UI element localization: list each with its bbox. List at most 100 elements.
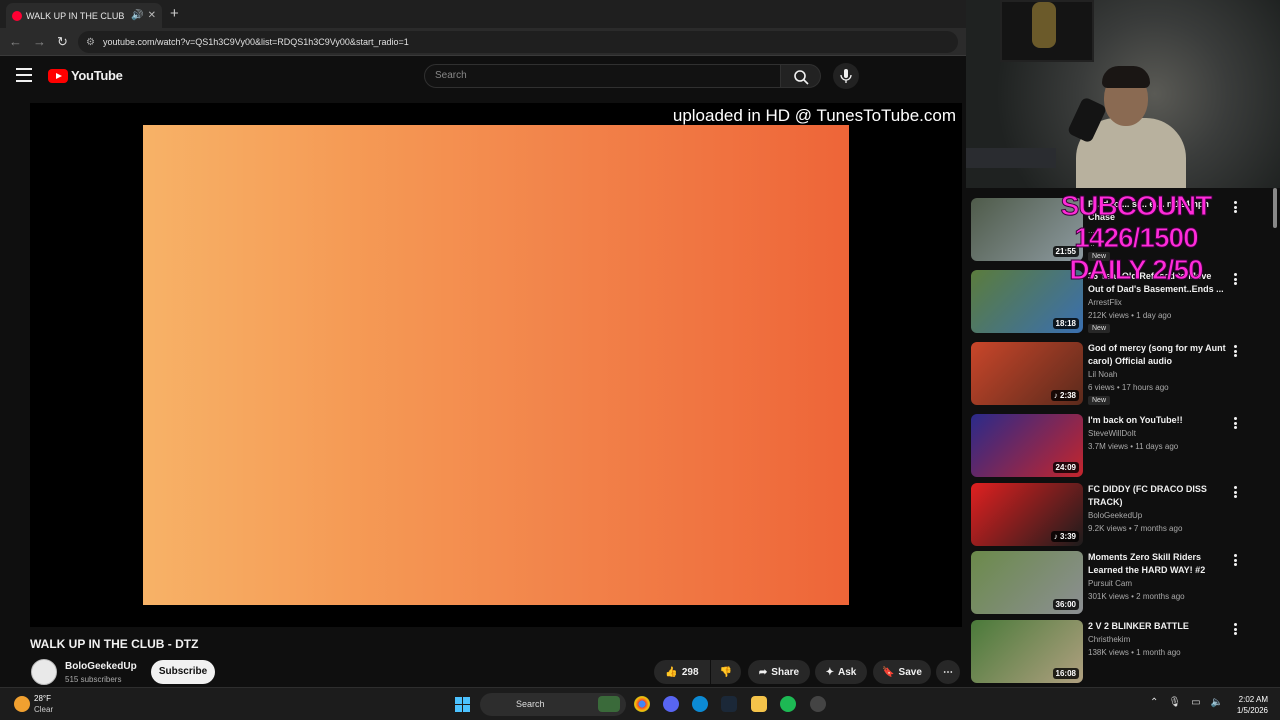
subscribe-button[interactable]: Subscribe (151, 660, 215, 684)
dislike-button[interactable]: 👎 (711, 660, 741, 684)
forward-icon[interactable]: → (33, 34, 46, 49)
keyboard-decor (966, 148, 1056, 168)
video-thumbnail[interactable]: 16:08 (971, 620, 1083, 683)
clock-time: 2:02 AM (1238, 695, 1268, 704)
search-placeholder: Search (435, 70, 467, 81)
recommended-channel[interactable]: BoloGeekedUp (1088, 511, 1142, 520)
duration-badge: ♪ 2:38 (1050, 390, 1079, 401)
new-tab-button[interactable]: + (170, 5, 179, 22)
mic-tray-icon[interactable]: 🎙 (1168, 697, 1181, 708)
recommended-title[interactable]: Moments Zero Skill Riders Learned the HA… (1088, 551, 1226, 577)
system-tray: ⌃ 🎙 ▭ 🔈 (1150, 697, 1223, 708)
share-button[interactable]: ➦ Share (748, 660, 810, 684)
video-thumbnail[interactable]: 36:00 (971, 551, 1083, 614)
recommended-channel[interactable]: SteveWillDoIt (1088, 429, 1136, 438)
site-info-icon[interactable]: ⚙ (86, 37, 95, 48)
url-field[interactable]: ⚙ youtube.com/watch?v=QS1h3C9Vy00&list=R… (78, 31, 958, 53)
recommended-title[interactable]: God of mercy (song for my Aunt carol) Of… (1088, 342, 1226, 368)
duration-badge: 18:18 (1052, 318, 1079, 329)
search-button[interactable] (781, 64, 821, 88)
recommended-channel[interactable]: ArrestFlix (1088, 298, 1122, 307)
like-count: 298 (681, 666, 699, 678)
steam-icon[interactable] (721, 696, 737, 712)
hamburger-menu-icon[interactable] (16, 68, 32, 82)
taskbar-clock[interactable]: 2:02 AM 1/5/2026 (1232, 694, 1268, 716)
webcam-overlay (966, 0, 1280, 188)
thumbs-down-icon: 👎 (719, 666, 733, 678)
file-explorer-icon[interactable] (751, 696, 767, 712)
youtube-favicon-icon (12, 10, 22, 21)
bookmark-icon: 🔖 (882, 666, 895, 678)
volume-icon[interactable]: 🔈 (1211, 697, 1223, 708)
duration-badge: 16:08 (1052, 668, 1079, 679)
video-frame (143, 125, 849, 605)
more-options-icon[interactable] (1233, 623, 1237, 635)
recommended-meta: 6 views • 17 hours ago (1088, 383, 1169, 392)
weather-condition: Clear (34, 705, 54, 714)
back-icon[interactable]: ← (9, 34, 22, 49)
more-options-icon[interactable] (1233, 345, 1237, 357)
more-options-icon[interactable] (1233, 486, 1237, 498)
reload-icon[interactable]: ↻ (57, 34, 68, 50)
weather-temp: 28°F (34, 694, 51, 703)
spotify-icon[interactable] (780, 696, 796, 712)
more-options-icon[interactable] (1233, 554, 1237, 566)
daily-text: DAILY 2/50 (1069, 254, 1204, 286)
recommended-video[interactable]: 24:09 I'm back on YouTube!! SteveWillDoIt 3… (971, 414, 1271, 478)
video-thumbnail[interactable]: 24:09 (971, 414, 1083, 477)
obs-icon[interactable] (810, 696, 826, 712)
youtube-header: YouTube Search (0, 56, 966, 98)
windows-start-icon[interactable] (455, 697, 470, 712)
recommended-meta: 9.2K views • 7 months ago (1088, 524, 1183, 533)
recommended-channel[interactable]: Lil Noah (1088, 370, 1117, 379)
recommended-channel[interactable]: Pursuit Cam (1088, 579, 1132, 588)
recommended-video[interactable]: ♪ 3:39 FC DIDDY (FC DRACO DISS TRACK) Bolo… (971, 483, 1271, 547)
recommended-video[interactable]: 16:08 2 V 2 BLINKER BATTLE Christhekim 138K… (971, 620, 1271, 684)
recommended-title[interactable]: FC DIDDY (FC DRACO DISS TRACK) (1088, 483, 1226, 509)
discord-icon[interactable] (663, 696, 679, 712)
duration-badge: 36:00 (1052, 599, 1079, 610)
video-player[interactable]: uploaded in HD @ TunesToTube.com (30, 103, 962, 627)
subcount-overlay: SUBCOUNT 1426/1500 DAILY 2/50 (996, 190, 1276, 286)
video-title: WALK UP IN THE CLUB - DTZ (30, 637, 199, 651)
trophy-decor (1032, 2, 1056, 48)
share-label: Share (771, 666, 800, 678)
browser-tab[interactable]: WALK UP IN THE CLUB - DT 🔊 ✕ (6, 3, 162, 28)
more-actions-button[interactable]: ⋯ (936, 660, 960, 684)
recommended-title[interactable]: I'm back on YouTube!! (1088, 414, 1226, 427)
network-icon[interactable]: ▭ (1191, 697, 1200, 708)
recommended-video[interactable]: ♪ 2:38 God of mercy (song for my Aunt car… (971, 342, 1271, 406)
video-thumbnail[interactable]: ♪ 2:38 (971, 342, 1083, 405)
ask-button[interactable]: ✦ Ask (815, 660, 867, 684)
recommended-video[interactable]: 36:00 Moments Zero Skill Riders Learned t… (971, 551, 1271, 615)
weather-icon[interactable] (14, 696, 30, 712)
youtube-logo[interactable]: YouTube (48, 68, 123, 83)
channel-avatar[interactable] (31, 659, 57, 685)
new-badge: New (1088, 324, 1111, 333)
ask-label: Ask (838, 666, 857, 678)
voice-search-button[interactable] (833, 63, 859, 89)
subcount-text: SUBCOUNT 1426/1500 (1060, 190, 1213, 254)
recommended-channel[interactable]: Christhekim (1088, 635, 1130, 644)
close-tab-icon[interactable]: ✕ (148, 10, 156, 21)
clock-date: 1/5/2026 (1236, 706, 1268, 715)
video-thumbnail[interactable]: ♪ 3:39 (971, 483, 1083, 546)
like-button[interactable]: 👍 298 (654, 660, 710, 684)
recommended-title[interactable]: 2 V 2 BLINKER BATTLE (1088, 620, 1226, 633)
search-input[interactable]: Search (424, 64, 781, 88)
search-icon (794, 70, 809, 85)
tray-chevron-icon[interactable]: ⌃ (1150, 697, 1158, 708)
more-options-icon[interactable] (1233, 417, 1237, 429)
widgets-icon[interactable] (598, 696, 620, 712)
taskbar-search-label: Search (516, 699, 545, 709)
recommended-meta: 212K views • 1 day ago (1088, 311, 1172, 320)
url-text: youtube.com/watch?v=QS1h3C9Vy00&list=RDQ… (102, 37, 409, 47)
duration-badge: ♪ 3:39 (1050, 531, 1079, 542)
chrome-icon[interactable] (634, 696, 650, 712)
speaker-icon[interactable]: 🔊 (131, 10, 143, 21)
windows-taskbar: 28°F Clear Search ⌃ 🎙 ▭ 🔈 2:02 AM 1/5/20… (0, 687, 1280, 720)
save-button[interactable]: 🔖 Save (873, 660, 931, 684)
new-badge: New (1088, 396, 1111, 405)
channel-name[interactable]: BoloGeekedUp (65, 661, 137, 672)
edge-icon[interactable] (692, 696, 708, 712)
